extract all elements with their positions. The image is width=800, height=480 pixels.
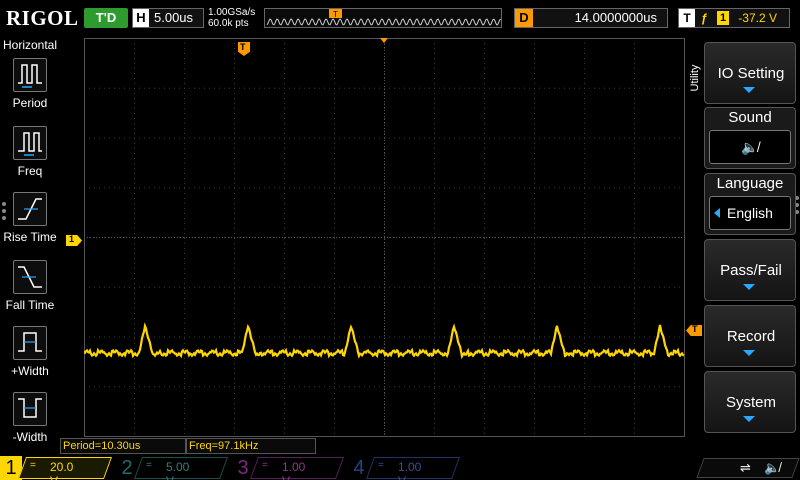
memory-overview-strip[interactable]: T xyxy=(264,8,502,28)
pass-fail-expand-icon xyxy=(743,284,755,290)
sample-rate: 1.00GSa/s xyxy=(208,7,256,18)
memory-waveform-preview: T xyxy=(266,9,502,26)
graticule xyxy=(84,38,685,437)
timebase-readout[interactable]: H 5.00us xyxy=(132,8,204,28)
delay-value: 14.0000000us xyxy=(574,10,657,25)
utility-menu-tab: Utility xyxy=(686,56,704,106)
rise-time-icon xyxy=(13,192,47,226)
rising-edge-icon: ƒ xyxy=(701,11,708,25)
language-selector[interactable]: English xyxy=(709,196,791,230)
brand-logo: RIGOL xyxy=(6,6,79,30)
acquisition-info: 1.00GSa/s 60.0k pts xyxy=(208,7,255,29)
channel1-offset-marker-label: 1 xyxy=(69,234,75,244)
language-setting: Language English xyxy=(704,173,796,235)
measure-negative-width-label: -Width xyxy=(12,430,48,444)
speaker-mute-icon: 🔈̸ xyxy=(741,139,759,155)
measure-fall-time-button[interactable]: Fall Time xyxy=(0,260,60,326)
record-expand-icon xyxy=(743,350,755,356)
delay-tag: D xyxy=(515,9,533,27)
top-status-bar: RIGOL T'D H 5.00us 1.00GSa/s 60.0k pts T … xyxy=(0,0,800,36)
channel2-coupling: = xyxy=(146,460,152,471)
memory-depth: 60.0k pts xyxy=(208,18,249,29)
timebase-tag: H xyxy=(133,9,149,27)
record-label: Record xyxy=(726,328,776,345)
measure-period-label: Period xyxy=(12,96,48,110)
utility-menu-title: Utility xyxy=(689,64,701,92)
measure-freq-label: Freq xyxy=(17,164,43,178)
measure-positive-width-label: +Width xyxy=(11,364,49,378)
speaker-mute-icon: 🔈̸ xyxy=(764,460,781,475)
measure-positive-width-button[interactable]: +Width xyxy=(0,326,60,392)
sound-toggle[interactable]: 🔈̸ xyxy=(709,130,791,164)
measure-panel-title: Horizontal xyxy=(2,38,58,52)
negative-width-icon xyxy=(13,392,47,426)
channel4-coupling: = xyxy=(378,460,384,471)
channel1-offset-marker[interactable]: 1 xyxy=(66,235,82,246)
trigger-readout[interactable]: T ƒ 1 -37.2 V xyxy=(678,8,790,28)
channel1-coupling: = xyxy=(30,460,36,471)
positive-width-icon xyxy=(13,326,47,360)
trigger-source: 1 xyxy=(717,11,729,25)
trigger-tag: T xyxy=(679,9,695,27)
utility-menu: IO Setting Sound 🔈̸ Language English Pas… xyxy=(704,40,796,436)
pass-fail-button[interactable]: Pass/Fail xyxy=(704,239,796,301)
system-expand-icon xyxy=(743,416,755,422)
io-setting-button[interactable]: IO Setting xyxy=(704,42,796,104)
measure-fall-time-label: Fall Time xyxy=(5,298,55,312)
language-left-arrow-icon xyxy=(714,208,720,218)
horizontal-delay-readout[interactable]: D 14.0000000us xyxy=(514,8,668,28)
measure-negative-width-button[interactable]: -Width xyxy=(0,392,60,458)
measure-freq-button[interactable]: Freq xyxy=(0,126,60,192)
trigger-level-value: -37.2 V xyxy=(738,11,777,25)
measure-rise-time-button[interactable]: Rise Time xyxy=(0,192,60,258)
frequency-measurement[interactable]: Freq=97.1kHz xyxy=(186,438,316,454)
sound-title: Sound xyxy=(728,109,772,126)
usb-icon: ⇌ xyxy=(740,460,751,475)
io-setting-label: IO Setting xyxy=(717,65,785,82)
channel3-scale: 1.00 V xyxy=(282,460,306,480)
system-label: System xyxy=(725,394,776,411)
trigger-position-marker-label: T xyxy=(240,42,246,52)
memory-trigger-marker-label: T xyxy=(333,10,338,19)
frequency-icon xyxy=(13,126,47,160)
channel3-coupling: = xyxy=(262,460,268,471)
io-setting-expand-icon xyxy=(743,87,755,93)
period-icon xyxy=(13,58,47,92)
trigger-level-marker-label: T xyxy=(692,324,698,334)
system-button[interactable]: System xyxy=(704,371,796,433)
pass-fail-label: Pass/Fail xyxy=(720,262,782,279)
sound-setting: Sound 🔈̸ xyxy=(704,107,796,169)
channel4-scale: 1.00 V xyxy=(398,460,422,480)
trigger-status-badge: T'D xyxy=(84,8,128,28)
measure-panel: Horizontal Period Freq Rise Time Fall Ti… xyxy=(0,36,60,456)
channel-bar: 1 = 20.0 V 2 = 5.00 V 3 = 1.00 V 4 = 1.0… xyxy=(0,456,800,480)
period-measurement[interactable]: Period=10.30us xyxy=(60,438,186,454)
language-title: Language xyxy=(716,175,784,192)
language-value: English xyxy=(727,205,773,221)
measure-rise-time-label: Rise Time xyxy=(3,230,57,244)
center-time-marker xyxy=(380,38,388,43)
channel2-scale: 5.00 V xyxy=(166,460,190,480)
waveform-display[interactable] xyxy=(84,38,685,437)
fall-time-icon xyxy=(13,260,47,294)
measure-period-button[interactable]: Period xyxy=(0,58,60,124)
timebase-value: 5.00us xyxy=(154,10,194,25)
record-button[interactable]: Record xyxy=(704,305,796,367)
trigger-level-marker[interactable]: T xyxy=(686,325,702,336)
channel1-scale: 20.0 V xyxy=(50,460,74,480)
